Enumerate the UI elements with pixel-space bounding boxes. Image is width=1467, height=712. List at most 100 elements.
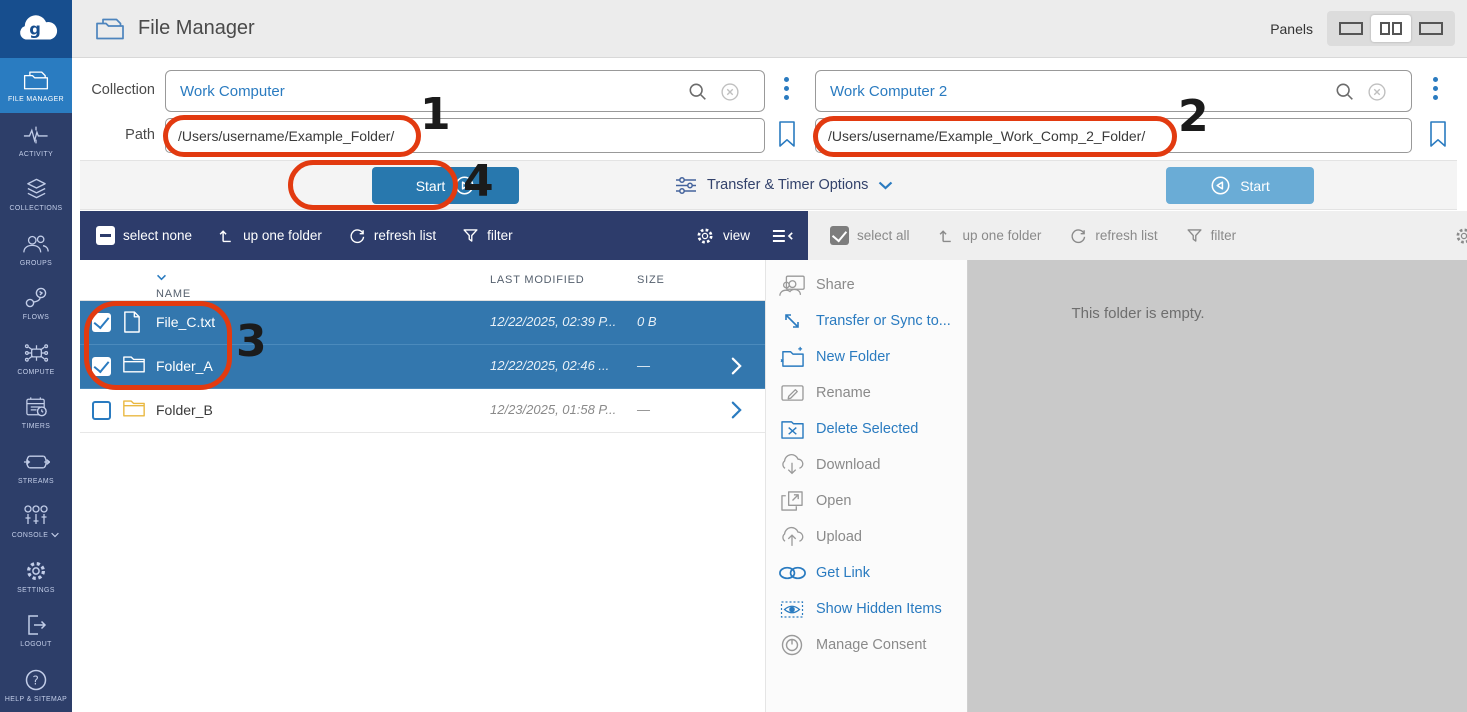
collapse-menu-button[interactable] bbox=[772, 228, 794, 244]
menu-item-open[interactable]: Open bbox=[766, 483, 967, 519]
view-button[interactable]: view bbox=[695, 226, 750, 246]
select-all-checkbox[interactable] bbox=[830, 226, 849, 245]
sidebar-item-compute[interactable]: COMPUTE bbox=[0, 331, 72, 386]
sidebar-item-label: LOGOUT bbox=[20, 641, 52, 648]
row-checkbox[interactable] bbox=[92, 313, 111, 332]
menu-item-upload[interactable]: Upload bbox=[766, 519, 967, 555]
path-input-left[interactable] bbox=[165, 118, 765, 153]
collection-label: Collection bbox=[72, 82, 155, 98]
up-one-folder-button[interactable]: up one folder bbox=[218, 227, 322, 244]
chevron-right-icon[interactable] bbox=[730, 399, 743, 421]
bookmark-icon[interactable] bbox=[777, 120, 797, 148]
up-one-folder-label: up one folder bbox=[243, 228, 322, 243]
single-panel-alt-button[interactable] bbox=[1411, 15, 1451, 42]
start-transfer-right-button[interactable]: Start bbox=[1166, 167, 1314, 204]
file-icon bbox=[122, 310, 141, 334]
sidebar-item-file-manager[interactable]: FILE MANAGER bbox=[0, 58, 72, 113]
panels-label: Panels bbox=[1270, 21, 1313, 37]
action-menu-panel: Share Transfer or Sync to...New FolderRen… bbox=[765, 260, 968, 712]
sidebar-item-settings[interactable]: SETTINGS bbox=[0, 549, 72, 604]
transfer-timer-options-toggle[interactable]: Transfer & Timer Options bbox=[675, 161, 893, 209]
file-list: NAME LAST MODIFIED SIZE File_C.txt12/22/… bbox=[80, 260, 765, 712]
menu-item-show-hidden-items[interactable]: Show Hidden Items bbox=[766, 591, 967, 627]
filter-button[interactable]: filter bbox=[462, 227, 513, 244]
menu-item-download[interactable]: Download bbox=[766, 447, 967, 483]
sidebar-item-streams[interactable]: STREAMS bbox=[0, 440, 72, 495]
select-none-checkbox[interactable] bbox=[96, 226, 115, 245]
menu-item-label: Share bbox=[816, 277, 855, 293]
path-input-right[interactable] bbox=[815, 118, 1412, 153]
menu-item-get-link[interactable]: Get Link bbox=[766, 555, 967, 591]
table-row[interactable]: File_C.txt12/22/2025, 02:39 P...0 B bbox=[80, 301, 765, 345]
compute-icon bbox=[23, 340, 50, 366]
table-row[interactable]: Folder_B12/23/2025, 01:58 P...— bbox=[80, 389, 765, 433]
sidebar-item-console[interactable]: CONSOLE bbox=[0, 494, 72, 549]
sidebar-item-flows[interactable]: FLOWS bbox=[0, 276, 72, 331]
bookmark-icon[interactable] bbox=[1428, 120, 1448, 148]
menu-item-label: Upload bbox=[816, 529, 862, 545]
sidebar-item-activity[interactable]: ACTIVITY bbox=[0, 113, 72, 168]
select-none-button[interactable]: select none bbox=[96, 226, 192, 245]
row-checkbox[interactable] bbox=[92, 357, 111, 376]
up-one-folder-button[interactable]: up one folder bbox=[938, 227, 1042, 244]
menu-item-label: Open bbox=[816, 493, 851, 509]
menu-item-new-folder[interactable]: New Folder bbox=[766, 339, 967, 375]
delete-icon bbox=[777, 419, 807, 440]
up-one-folder-label: up one folder bbox=[963, 228, 1042, 243]
menu-item-delete-selected[interactable]: Delete Selected bbox=[766, 411, 967, 447]
select-all-button[interactable]: select all bbox=[830, 226, 910, 245]
start-transfer-left-button[interactable]: Start bbox=[372, 167, 519, 204]
globus-logo[interactable]: g bbox=[0, 0, 72, 58]
start-button-label: Start bbox=[1240, 178, 1270, 194]
row-checkbox[interactable] bbox=[92, 401, 111, 420]
column-header-modified[interactable]: LAST MODIFIED bbox=[490, 274, 585, 286]
column-header-name[interactable]: NAME bbox=[156, 274, 167, 281]
link-icon bbox=[777, 565, 807, 581]
column-header-size[interactable]: SIZE bbox=[637, 274, 665, 286]
menu-item-manage-consent[interactable]: Manage Consent bbox=[766, 627, 967, 663]
sidebar-item-label: GROUPS bbox=[20, 260, 52, 267]
single-panel-button[interactable] bbox=[1331, 15, 1371, 42]
view-label: view bbox=[723, 228, 750, 243]
new-folder-icon bbox=[777, 345, 807, 369]
activity-icon bbox=[23, 122, 49, 148]
filter-button[interactable]: filter bbox=[1186, 227, 1237, 244]
sliders-icon bbox=[675, 176, 697, 195]
menu-item-share[interactable]: Share bbox=[766, 267, 967, 303]
refresh-list-label: refresh list bbox=[1095, 228, 1157, 243]
chevron-right-icon[interactable] bbox=[730, 355, 743, 377]
sidebar-item-help-sitemap[interactable]: ?HELP & SITEMAP bbox=[0, 658, 72, 712]
filter-label: filter bbox=[1211, 228, 1237, 243]
page-title: File Manager bbox=[138, 17, 255, 40]
transfer-action-bar: Start Transfer & Timer Options Start bbox=[80, 160, 1457, 210]
download-icon bbox=[777, 454, 807, 477]
left-collection-menu-icon[interactable] bbox=[784, 77, 789, 100]
right-collection-menu-icon[interactable] bbox=[1433, 77, 1438, 100]
refresh-list-button[interactable]: refresh list bbox=[348, 227, 436, 245]
sidebar-item-label: SETTINGS bbox=[17, 587, 55, 594]
file-name: Folder_B bbox=[156, 402, 213, 418]
search-icon[interactable] bbox=[687, 81, 709, 103]
dual-panel-button[interactable] bbox=[1371, 15, 1411, 42]
collection-input-left[interactable] bbox=[165, 70, 765, 112]
menu-item-label: Manage Consent bbox=[816, 637, 926, 653]
sidebar-item-groups[interactable]: GROUPS bbox=[0, 222, 72, 277]
panels-area: Panels bbox=[1270, 11, 1455, 46]
settings-icon bbox=[24, 558, 48, 584]
clear-collection-icon[interactable] bbox=[719, 81, 741, 103]
menu-item-transfer-or-sync-to[interactable]: Transfer or Sync to... bbox=[766, 303, 967, 339]
refresh-list-button[interactable]: refresh list bbox=[1069, 227, 1157, 245]
sidebar-item-logout[interactable]: LOGOUT bbox=[0, 603, 72, 658]
view-button[interactable]: view bbox=[1454, 226, 1467, 246]
menu-item-rename[interactable]: Rename bbox=[766, 375, 967, 411]
sidebar-item-collections[interactable]: COLLECTIONS bbox=[0, 167, 72, 222]
table-row[interactable]: Folder_A12/22/2025, 02:46 ...— bbox=[80, 345, 765, 389]
collection-input-right[interactable] bbox=[815, 70, 1412, 112]
search-icon[interactable] bbox=[1334, 81, 1356, 103]
refresh-icon bbox=[1069, 227, 1087, 245]
groups-icon bbox=[22, 231, 50, 257]
sidebar-item-label: COLLECTIONS bbox=[9, 205, 62, 212]
sidebar-item-timers[interactable]: TIMERS bbox=[0, 385, 72, 440]
clear-collection-icon[interactable] bbox=[1366, 81, 1388, 103]
sort-chevron-down-icon bbox=[156, 274, 167, 281]
